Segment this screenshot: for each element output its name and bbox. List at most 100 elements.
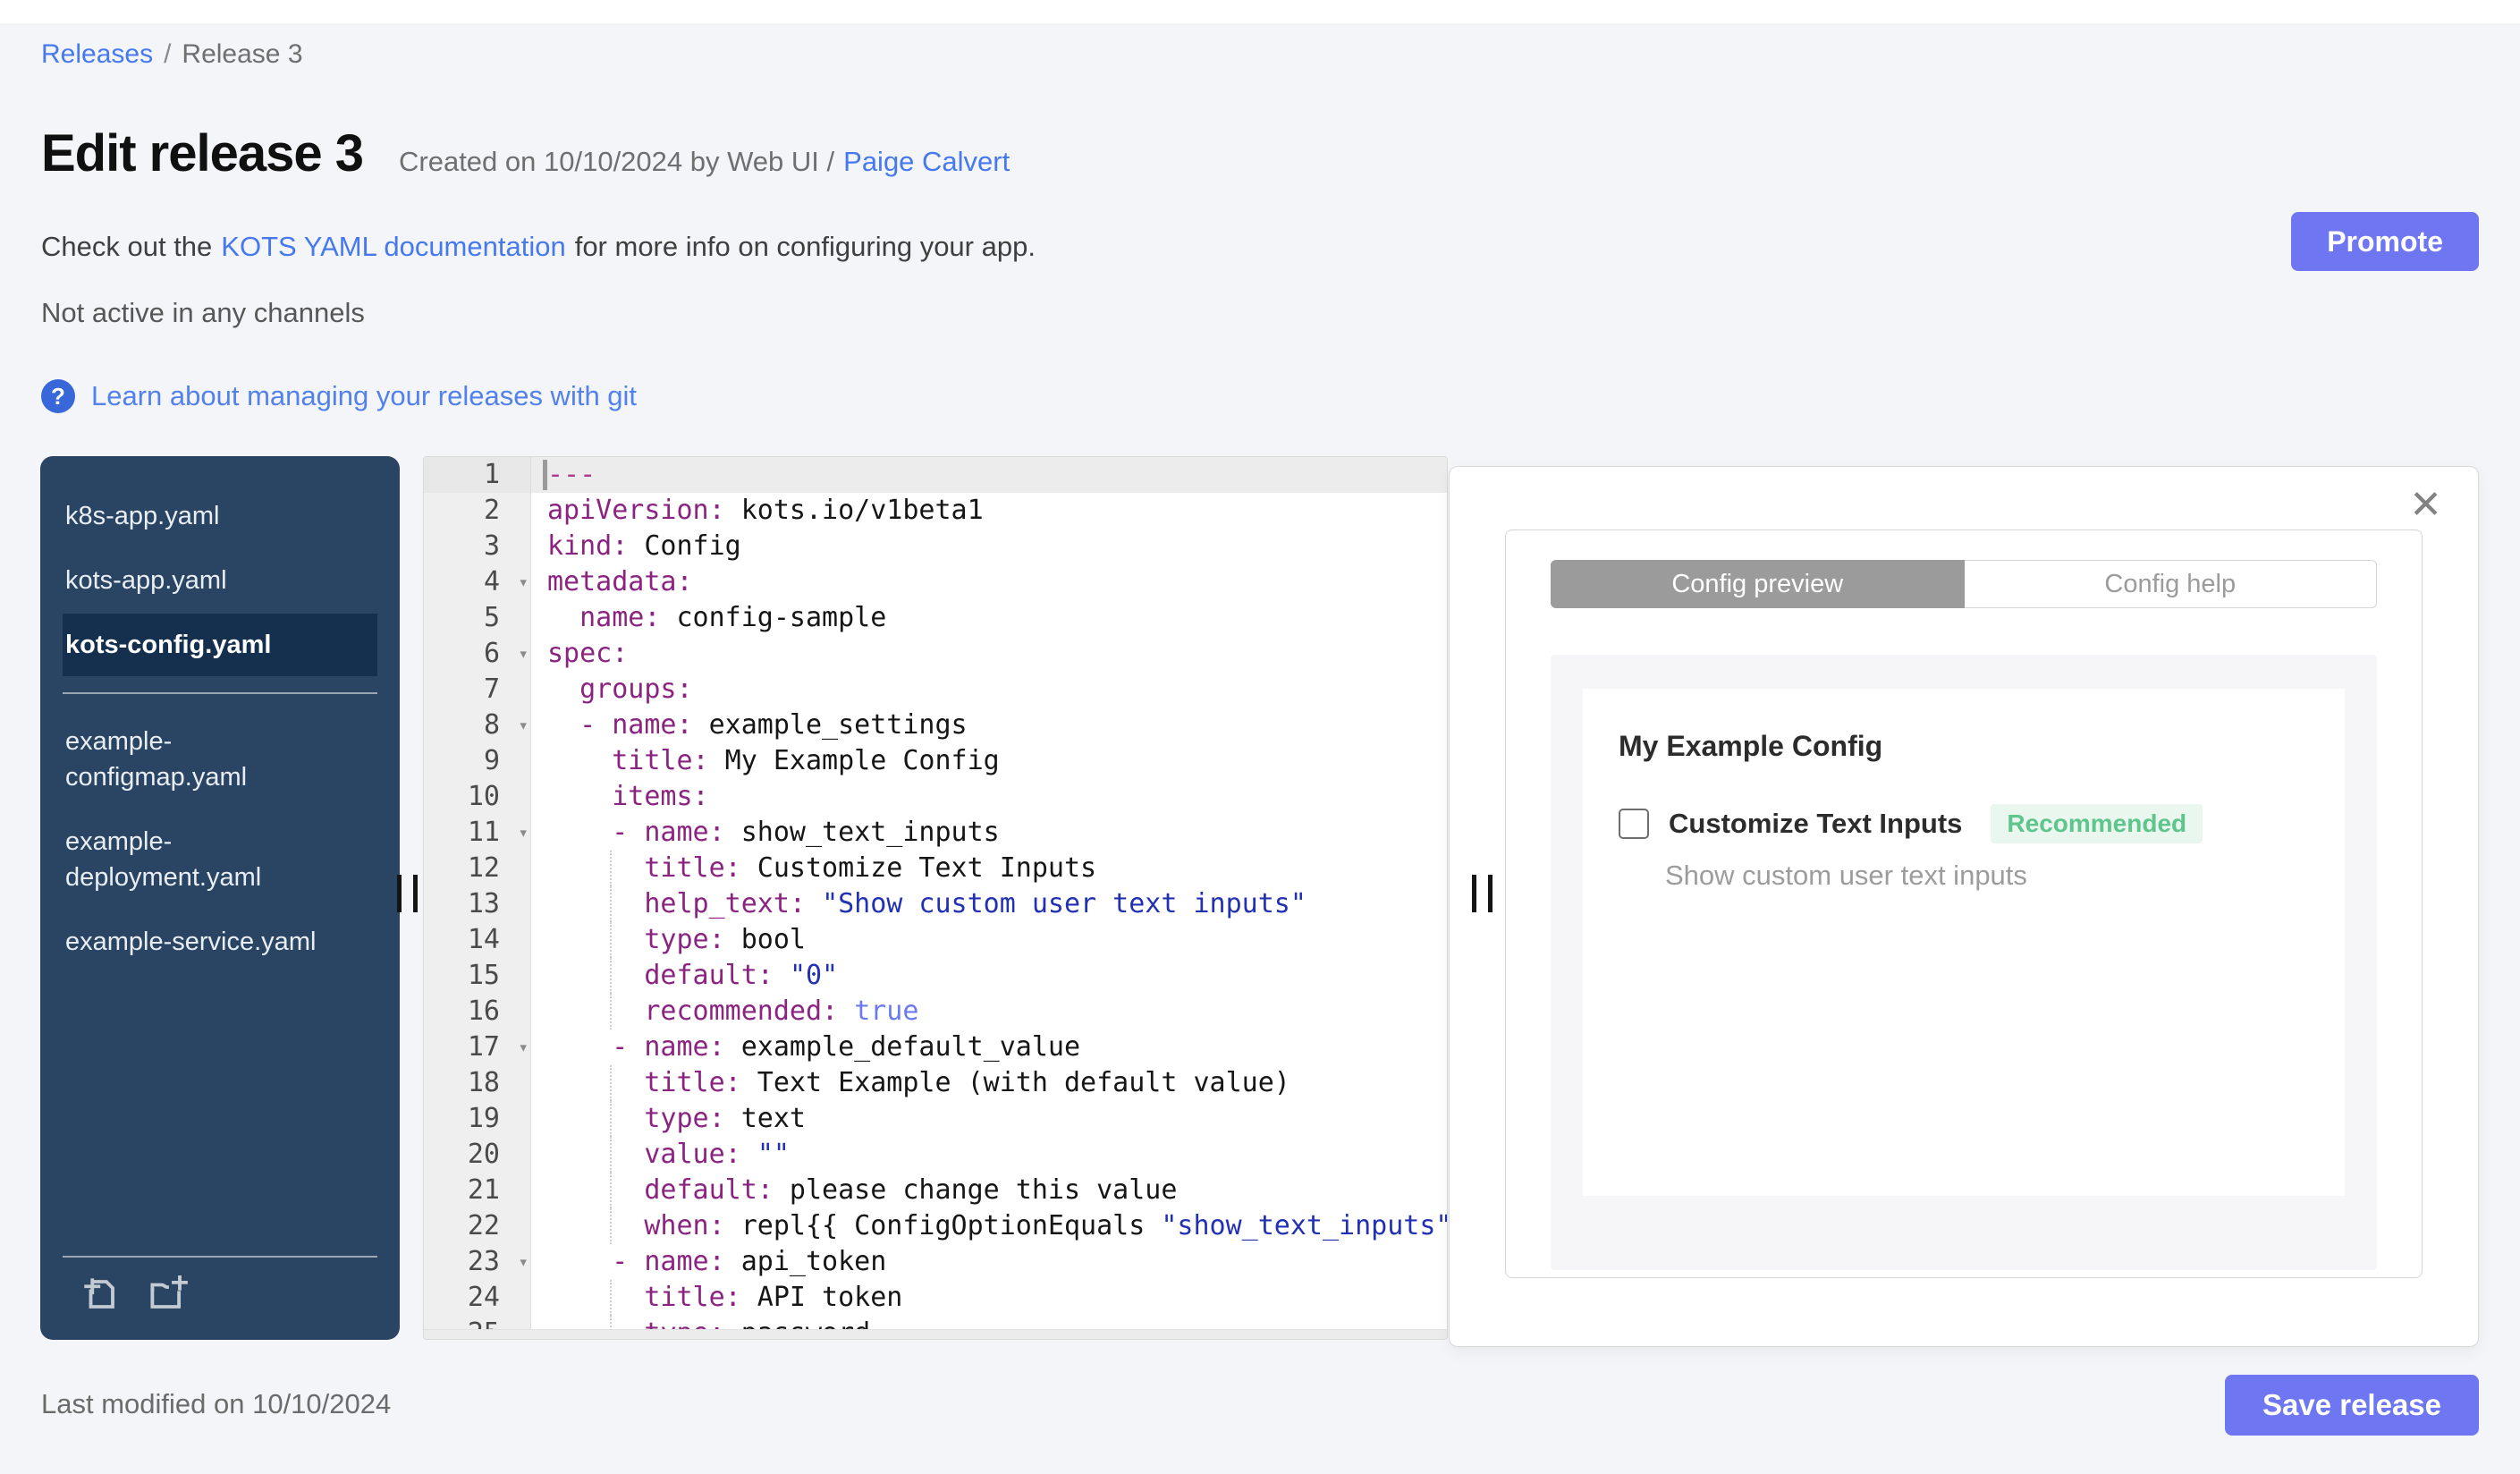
breadcrumb-separator: / (164, 39, 172, 69)
code-line-13[interactable]: 13 help_text: "Show custom user text inp… (424, 886, 1447, 922)
code-line-1[interactable]: 1 --- (424, 457, 1447, 493)
gutter-cell: 11 ▾ (424, 815, 531, 851)
code-line-8[interactable]: 8 ▾ - name: example_settings (424, 707, 1447, 743)
config-preview-panel: ✕ Config preview Config help My Example C… (1449, 466, 2479, 1347)
gutter-cell: 22 (424, 1208, 531, 1244)
top-band (0, 0, 2520, 23)
kots-yaml-docs-link[interactable]: KOTS YAML documentation (221, 231, 565, 262)
save-release-button[interactable]: Save release (2224, 1375, 2479, 1436)
code-line-20[interactable]: 20 value: "" (424, 1137, 1447, 1173)
config-group-title: My Example Config (1619, 730, 1883, 762)
preview-tabs: Config preview Config help (1551, 560, 2377, 608)
gutter-cell: 3 (424, 529, 531, 564)
code-line-11[interactable]: 11 ▾ - name: show_text_inputs (424, 815, 1447, 851)
code-line-22[interactable]: 22 when: repl{{ ConfigOptionEquals "show… (424, 1208, 1447, 1244)
author-link[interactable]: Paige Calvert (843, 146, 1010, 177)
indent-guide (610, 994, 612, 1029)
fold-toggle-icon[interactable]: ▾ (519, 815, 529, 851)
file-item-example-service.yaml[interactable]: example-service.yaml (63, 911, 377, 973)
channel-status: Not active in any channels (41, 297, 365, 328)
code-line-4[interactable]: 4 ▾ metadata: (424, 564, 1447, 600)
code-line-18[interactable]: 18 title: Text Example (with default val… (424, 1065, 1447, 1101)
sidebar-resize-handle[interactable] (397, 875, 418, 912)
sidebar-actions (40, 1256, 400, 1340)
code-line-5[interactable]: 5 name: config-sample (424, 600, 1447, 636)
last-modified-text: Last modified on 10/10/2024 (41, 1388, 392, 1419)
text-cursor (543, 460, 547, 490)
question-icon: ? (41, 379, 75, 413)
code-text: title: My Example Config (612, 745, 1000, 776)
config-item-label: Customize Text Inputs (1669, 808, 1963, 839)
code-line-17[interactable]: 17 ▾ - name: example_default_value (424, 1029, 1447, 1065)
gutter-cell: 12 (424, 851, 531, 886)
config-item-help-text: Show custom user text inputs (1665, 860, 2027, 891)
code-text: type: text (531, 1101, 1447, 1137)
code-line-21[interactable]: 21 default: please change this value (424, 1173, 1447, 1208)
code-text: - name: example_settings (579, 709, 968, 741)
file-sidebar: k8s-app.yaml kots-app.yaml kots-config.yam… (40, 456, 400, 1340)
file-label: example-deployment.yaml (65, 827, 262, 892)
indent-guide (610, 851, 612, 886)
code-text: default: please change this value (531, 1173, 1447, 1208)
tab-config-preview[interactable]: Config preview (1551, 560, 1965, 608)
git-help-link[interactable]: Learn about managing your releases with … (91, 380, 637, 412)
code-line-9[interactable]: 9 title: My Example Config (424, 743, 1447, 779)
code-line-23[interactable]: 23 ▾ - name: api_token (424, 1244, 1447, 1280)
code-text: groups: (579, 673, 693, 705)
code-line-3[interactable]: 3 kind: Config (424, 529, 1447, 564)
code-text: title: Customize Text Inputs (531, 851, 1447, 886)
code-text: when: repl{{ ConfigOptionEquals "show_te… (531, 1208, 1447, 1244)
code-line-16[interactable]: 16 recommended: true (424, 994, 1447, 1029)
fold-toggle-icon[interactable]: ▾ (519, 707, 529, 743)
code-text: recommended: true (531, 994, 1447, 1029)
yaml-code-editor[interactable]: 1 --- 2 apiVersion: kots.io/v1beta1 3 kind: C… (423, 456, 1448, 1340)
file-item-example-deployment.yaml[interactable]: example-deployment.yaml (63, 810, 377, 909)
new-folder-icon[interactable] (146, 1275, 189, 1313)
code-line-24[interactable]: 24 title: API token (424, 1280, 1447, 1316)
code-text: - name: api_token (612, 1246, 887, 1277)
file-list: k8s-app.yaml kots-app.yaml kots-config.yam… (40, 456, 400, 973)
indent-guide (610, 1173, 612, 1208)
code-text: title: API token (531, 1280, 1447, 1316)
code-line-7[interactable]: 7 groups: (424, 672, 1447, 707)
sidebar-divider (63, 692, 377, 694)
file-label: example-service.yaml (65, 928, 317, 956)
indent-guide (610, 1065, 612, 1101)
gutter-cell: 20 (424, 1137, 531, 1173)
tab-config-help[interactable]: Config help (1964, 560, 2377, 608)
file-item-kots-config.yaml[interactable]: kots-config.yaml (63, 614, 377, 676)
horizontal-scrollbar[interactable] (424, 1329, 1447, 1339)
code-line-6[interactable]: 6 ▾ spec: (424, 636, 1447, 672)
gutter-cell: 7 (424, 672, 531, 707)
code-line-10[interactable]: 10 items: (424, 779, 1447, 815)
file-label: example-configmap.yaml (65, 727, 248, 792)
code-line-15[interactable]: 15 default: "0" (424, 958, 1447, 994)
gutter-cell: 1 (424, 457, 531, 493)
file-item-example-configmap.yaml[interactable]: example-configmap.yaml (63, 710, 377, 809)
close-icon[interactable]: ✕ (2404, 485, 2448, 526)
code-text: - name: show_text_inputs (612, 817, 1000, 848)
gutter-cell: 23 ▾ (424, 1244, 531, 1280)
fold-toggle-icon[interactable]: ▾ (519, 1244, 529, 1280)
file-item-kots-app.yaml[interactable]: kots-app.yaml (63, 549, 377, 612)
git-help-row[interactable]: ? Learn about managing your releases wit… (41, 379, 637, 413)
new-file-icon[interactable] (81, 1275, 119, 1313)
indent-guide (610, 1280, 612, 1316)
gutter-cell: 18 (424, 1065, 531, 1101)
preview-resize-handle[interactable] (1472, 875, 1493, 912)
indent-guide (610, 1101, 612, 1137)
code-line-14[interactable]: 14 type: bool (424, 922, 1447, 958)
gutter-cell: 4 ▾ (424, 564, 531, 600)
file-item-k8s-app.yaml[interactable]: k8s-app.yaml (63, 485, 377, 547)
code-lines: 1 --- 2 apiVersion: kots.io/v1beta1 3 kind: C… (424, 457, 1447, 1339)
breadcrumb-releases-link[interactable]: Releases (41, 39, 153, 69)
code-line-12[interactable]: 12 title: Customize Text Inputs (424, 851, 1447, 886)
promote-button[interactable]: Promote (2291, 212, 2479, 271)
fold-toggle-icon[interactable]: ▾ (519, 636, 529, 672)
fold-toggle-icon[interactable]: ▾ (519, 1029, 529, 1065)
fold-toggle-icon[interactable]: ▾ (519, 564, 529, 600)
code-line-19[interactable]: 19 type: text (424, 1101, 1447, 1137)
code-line-2[interactable]: 2 apiVersion: kots.io/v1beta1 (424, 493, 1447, 529)
config-item-checkbox[interactable] (1619, 809, 1649, 839)
code-text: spec: (547, 638, 629, 669)
